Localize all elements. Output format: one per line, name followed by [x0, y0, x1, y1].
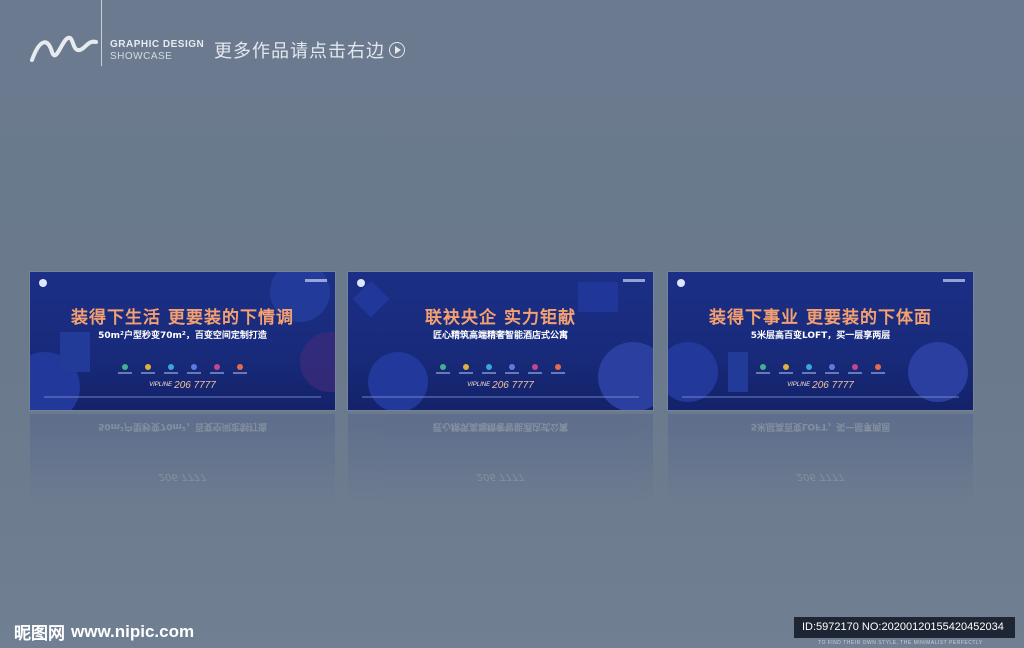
feature-dot-icon: [825, 364, 839, 374]
billboard-headline: 装得下生活 更要装的下情调: [71, 308, 294, 328]
billboard-1: 装得下生活 更要装的下情调 50m²户型秒变70m²，百变空间定制打造 VIPL…: [30, 272, 335, 410]
feature-dot-icon: [551, 364, 565, 374]
fine-print: [362, 396, 639, 398]
reflection-phone: 206 7777: [476, 471, 525, 482]
brand-mark-icon: [357, 279, 365, 287]
billboard-reflection: 206 7777 50m²户型秒变70m²，百变空间定制打造: [30, 414, 335, 504]
play-arrow-icon[interactable]: [389, 42, 405, 58]
feature-dot-icon: [871, 364, 885, 374]
bg-circle: [598, 342, 653, 410]
feature-icons: [668, 364, 973, 374]
feature-dot-icon: [141, 364, 155, 374]
hotline-number: 206 7777: [174, 380, 216, 391]
feature-dot-icon: [187, 364, 201, 374]
more-works-link[interactable]: 更多作品请点击右边: [214, 37, 405, 63]
hotline: VIPLINE 206 7777: [668, 380, 973, 391]
reflection-phone: 206 7777: [158, 471, 207, 482]
hotline-number: 206 7777: [492, 380, 534, 391]
bg-circle: [668, 342, 718, 402]
fine-print: [682, 396, 959, 398]
feature-dot-icon: [505, 364, 519, 374]
reflection-subline: 50m²户型秒变70m²，百变空间定制打造: [98, 421, 267, 431]
feature-dot-icon: [756, 364, 770, 374]
feature-icons: [30, 364, 335, 374]
hotline: VIPLINE 206 7777: [348, 380, 653, 391]
feature-dot-icon: [118, 364, 132, 374]
billboard-subline: 匠心精筑高端精奢智能酒店式公寓: [432, 331, 568, 341]
feature-dot-icon: [528, 364, 542, 374]
billboard-reflection: 206 7777 5米层高百变LOFT，买一层享两居: [668, 414, 973, 504]
top-right-brand: [943, 279, 965, 282]
feature-dot-icon: [459, 364, 473, 374]
billboard-subline: 50m²户型秒变70m²，百变空间定制打造: [98, 331, 267, 341]
hotline-prefix: VIPLINE: [787, 382, 811, 389]
feature-dot-icon: [802, 364, 816, 374]
hotline: VIPLINE 206 7777: [30, 380, 335, 391]
more-works-label: 更多作品请点击右边: [214, 41, 385, 62]
bg-circle: [908, 342, 968, 402]
feature-dot-icon: [164, 364, 178, 374]
brand-mark-icon: [39, 279, 47, 287]
watermark-cn: 昵图网: [14, 624, 65, 644]
feature-dot-icon: [210, 364, 224, 374]
image-id-badge: ID:5972170 NO:20200120155420452034: [794, 617, 1015, 638]
feature-dot-icon: [482, 364, 496, 374]
feature-dot-icon: [436, 364, 450, 374]
footer-tagline: TO FIND THEIR OWN STYLE, THE MINIMALIST …: [818, 640, 983, 646]
brand-mark-icon: [677, 279, 685, 287]
billboard-subline: 5米层高百变LOFT，买一层享两层: [750, 331, 891, 341]
watermark: 昵图网 www.nipic.com: [14, 619, 195, 645]
feature-dot-icon: [848, 364, 862, 374]
feature-dot-icon: [233, 364, 247, 374]
watermark-url: www.nipic.com: [71, 621, 195, 641]
top-right-brand: [305, 279, 327, 282]
billboard-2: 联袂央企 实力钜献 匠心精筑高端精奢智能酒店式公寓 VIPLINE 206 777…: [348, 272, 653, 410]
hotline-prefix: VIPLINE: [149, 382, 173, 389]
feature-icons: [348, 364, 653, 374]
reflection-subline: 匠心精筑高端精奢智能酒店式公寓: [432, 421, 568, 431]
top-right-brand: [623, 279, 645, 282]
billboard-reflection: 206 7777 匠心精筑高端精奢智能酒店式公寓: [348, 414, 653, 504]
fine-print: [44, 396, 321, 398]
brand-line1: GRAPHIC DESIGN: [110, 39, 205, 50]
brand-text: GRAPHIC DESIGN SHOWCASE: [110, 39, 204, 63]
hotline-prefix: VIPLINE: [467, 382, 491, 389]
reflection-subline: 5米层高百变LOFT，买一层享两居: [750, 421, 891, 431]
hotline-number: 206 7777: [812, 380, 854, 391]
brand-logo: [30, 35, 98, 62]
billboard-headline: 装得下事业 更要装的下体面: [709, 308, 932, 328]
reflection-phone: 206 7777: [796, 471, 845, 482]
feature-dot-icon: [779, 364, 793, 374]
billboard-headline: 联袂央企 实力钜献: [425, 308, 576, 328]
billboard-3: 装得下事业 更要装的下体面 5米层高百变LOFT，买一层享两层 VIPLINE 2…: [668, 272, 973, 410]
brand-line2: SHOWCASE: [110, 51, 173, 62]
header-divider: [101, 0, 102, 66]
